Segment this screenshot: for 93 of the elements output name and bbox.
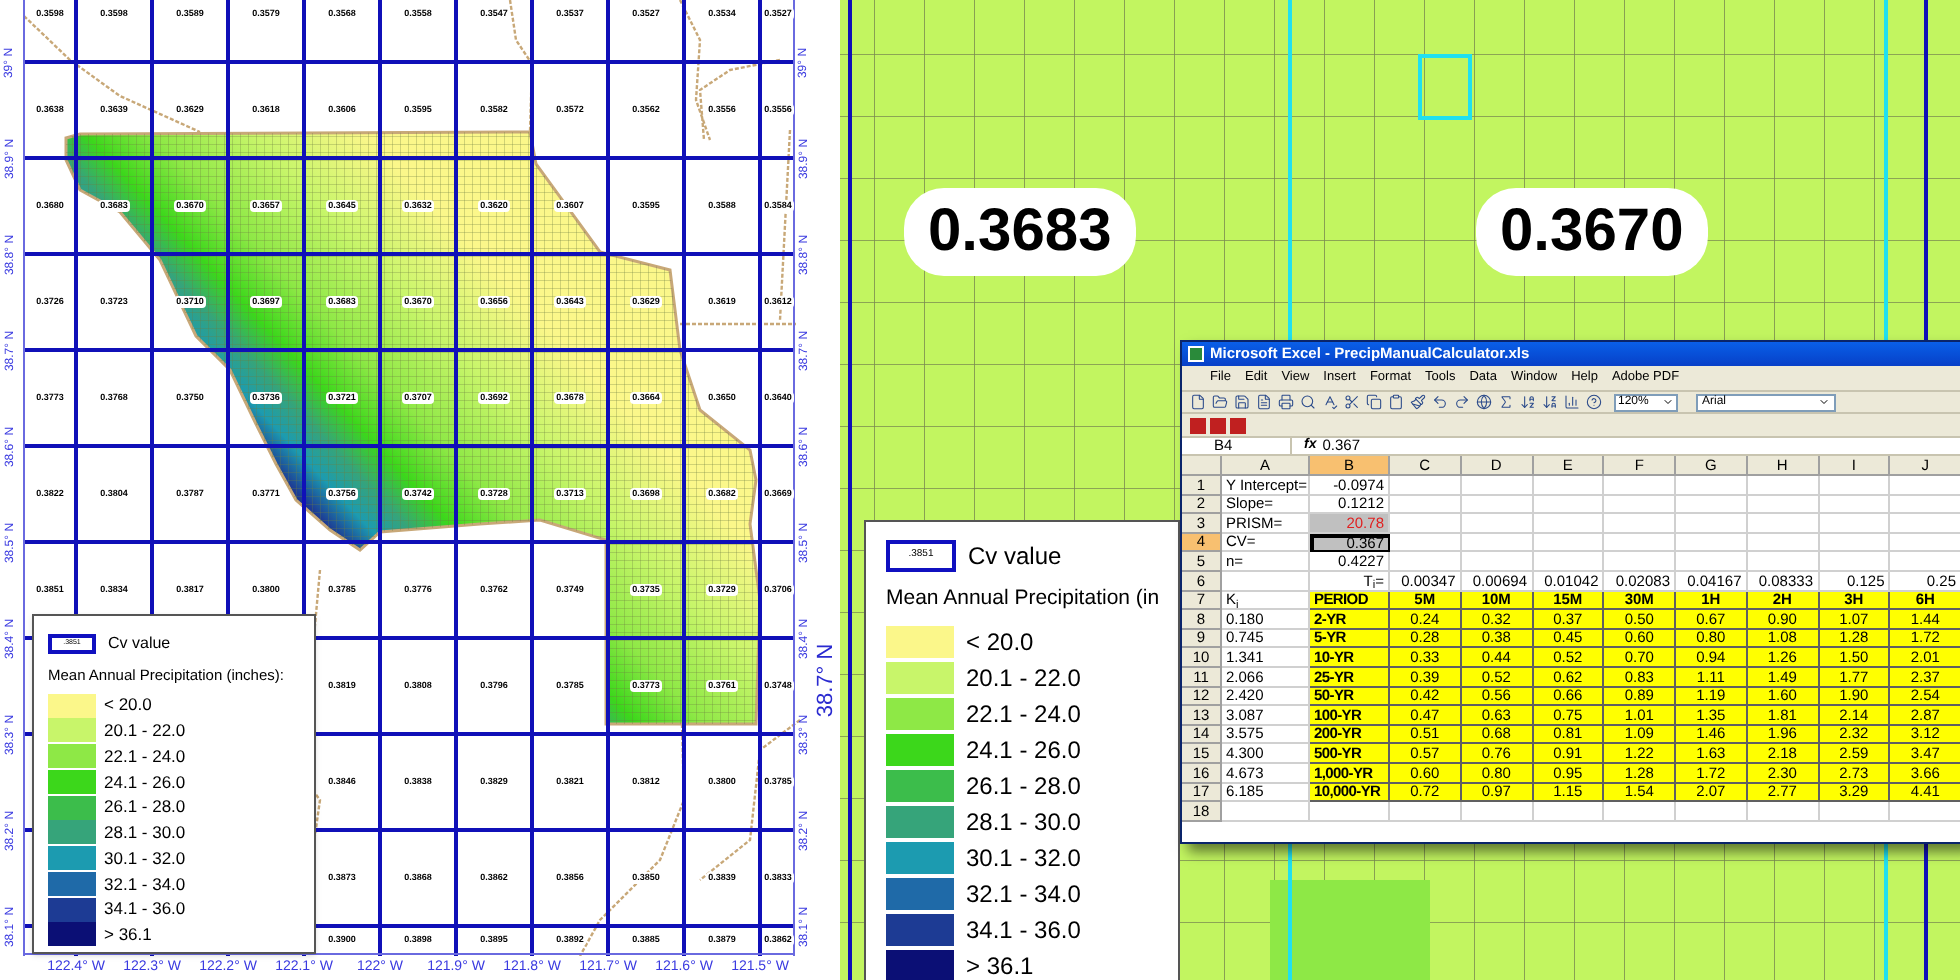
- spreadsheet-cell: [1604, 476, 1676, 496]
- spreadsheet-cell: [1533, 552, 1605, 572]
- spreadsheet-cell: [1747, 802, 1819, 822]
- spreadsheet-cell: [1604, 552, 1676, 572]
- spreadsheet-cell: [1390, 514, 1462, 534]
- spreadsheet-cell: [1604, 802, 1676, 822]
- spreadsheet-cell: [1676, 802, 1748, 822]
- legend-label: > 36.1: [104, 922, 152, 948]
- copy-icon[interactable]: [1366, 394, 1382, 410]
- sort-descending-icon[interactable]: [1542, 394, 1558, 410]
- sort-ascending-icon[interactable]: [1520, 394, 1536, 410]
- paintbrush-icon[interactable]: [1410, 394, 1426, 410]
- spreadsheet-cell: [1533, 476, 1605, 496]
- spreadsheet-cell: [1676, 552, 1748, 572]
- spreadsheet-cell: [1819, 514, 1891, 534]
- spreadsheet-cell: [1819, 495, 1891, 515]
- spreadsheet-cell: [1461, 495, 1533, 515]
- spreadsheet-cell: [1390, 476, 1462, 496]
- spreadsheet-cell: [1747, 514, 1819, 534]
- spreadsheet-cell: [1819, 533, 1891, 553]
- spreadsheet-cell: [1819, 802, 1891, 822]
- spreadsheet-cell: [1604, 495, 1676, 515]
- search-icon[interactable]: [1300, 394, 1316, 410]
- spreadsheet-cell: [1310, 802, 1390, 822]
- cv-value-label: 0.3670: [1476, 188, 1708, 276]
- printer-icon[interactable]: [1278, 394, 1294, 410]
- spreadsheet-cell: [1747, 476, 1819, 496]
- spreadsheet-cell: [1747, 495, 1819, 515]
- spreadsheet-cell: [1676, 495, 1748, 515]
- redo-icon[interactable]: [1454, 394, 1470, 410]
- legend-label: 28.1 - 30.0: [104, 820, 186, 846]
- spreadsheet-cell: [1461, 533, 1533, 553]
- legend-label: 24.1 - 26.0: [104, 769, 186, 795]
- document-icon[interactable]: [1190, 394, 1206, 410]
- globe-icon[interactable]: [1476, 394, 1492, 410]
- spreadsheet-cell: [1604, 533, 1676, 553]
- legend-label: > 36.1: [966, 949, 1034, 980]
- spreadsheet-cell: [1222, 802, 1310, 822]
- spreadsheet-cell: [1533, 802, 1605, 822]
- spreadsheet-cell: [1819, 552, 1891, 572]
- legend-label: < 20.0: [966, 625, 1034, 660]
- spreadsheet-cell: [1461, 476, 1533, 496]
- legend-label: 32.1 - 34.0: [966, 877, 1081, 912]
- spreadsheet-cell: [1461, 802, 1533, 822]
- legend-label: 22.1 - 24.0: [966, 697, 1081, 732]
- chart-icon[interactable]: [1564, 394, 1580, 410]
- spreadsheet-cell: [1461, 552, 1533, 572]
- legend-label: 28.1 - 30.0: [966, 805, 1081, 840]
- help-icon[interactable]: [1586, 394, 1602, 410]
- spellcheck-icon[interactable]: [1322, 394, 1338, 410]
- latitude-label: 38.7° N: [811, 643, 840, 717]
- dropdown-caret-icon[interactable]: [1662, 396, 1674, 408]
- legend-label: 34.1 - 36.0: [104, 896, 186, 922]
- spreadsheet-cell: [1676, 476, 1748, 496]
- spreadsheet-cell: [1533, 495, 1605, 515]
- spreadsheet-cell: [1747, 552, 1819, 572]
- spreadsheet-cell: [1461, 514, 1533, 534]
- folder-icon[interactable]: [1212, 394, 1228, 410]
- legend-label: 30.1 - 32.0: [104, 845, 186, 871]
- legend-label: < 20.0: [104, 692, 152, 718]
- page-icon[interactable]: [1256, 394, 1272, 410]
- clipboard-icon[interactable]: [1388, 394, 1404, 410]
- spreadsheet-cell: [1747, 533, 1819, 553]
- legend-label: 32.1 - 34.0: [104, 871, 186, 897]
- spreadsheet-cell: [1604, 514, 1676, 534]
- legend-label: 20.1 - 22.0: [104, 718, 186, 744]
- legend-title: Mean Annual Precipitation (in: [886, 584, 1160, 614]
- legend-label: Cv value: [968, 540, 1062, 574]
- legend-label: 20.1 - 22.0: [966, 661, 1081, 696]
- sigma-icon[interactable]: [1498, 394, 1514, 410]
- undo-icon[interactable]: [1432, 394, 1448, 410]
- spreadsheet-cell: [1533, 514, 1605, 534]
- spreadsheet-cell: [1390, 533, 1462, 553]
- spreadsheet-cell: [1819, 476, 1891, 496]
- spreadsheet-cell: [1390, 802, 1462, 822]
- legend-label: 26.1 - 28.0: [104, 794, 186, 820]
- spreadsheet-cell: [1390, 552, 1462, 572]
- save-icon[interactable]: [1234, 394, 1250, 410]
- dropdown-caret-icon[interactable]: [1818, 396, 1830, 408]
- spreadsheet-cell: [1390, 495, 1462, 515]
- scissors-icon[interactable]: [1344, 394, 1360, 410]
- spreadsheet-cell: [1676, 514, 1748, 534]
- legend-label: 22.1 - 24.0: [104, 743, 186, 769]
- cv-value-label: 0.3683: [904, 188, 1136, 276]
- legend-label: 30.1 - 32.0: [966, 841, 1081, 876]
- legend-label: 26.1 - 28.0: [966, 769, 1081, 804]
- spreadsheet-cell: [1676, 533, 1748, 553]
- legend-label: Cv value: [108, 632, 171, 656]
- spreadsheet-cell: [1222, 571, 1310, 592]
- legend-label: 34.1 - 36.0: [966, 913, 1081, 948]
- spreadsheet-app-icon: [1188, 346, 1204, 362]
- spreadsheet-cell: [1533, 533, 1605, 553]
- legend-label: 24.1 - 26.0: [966, 733, 1081, 768]
